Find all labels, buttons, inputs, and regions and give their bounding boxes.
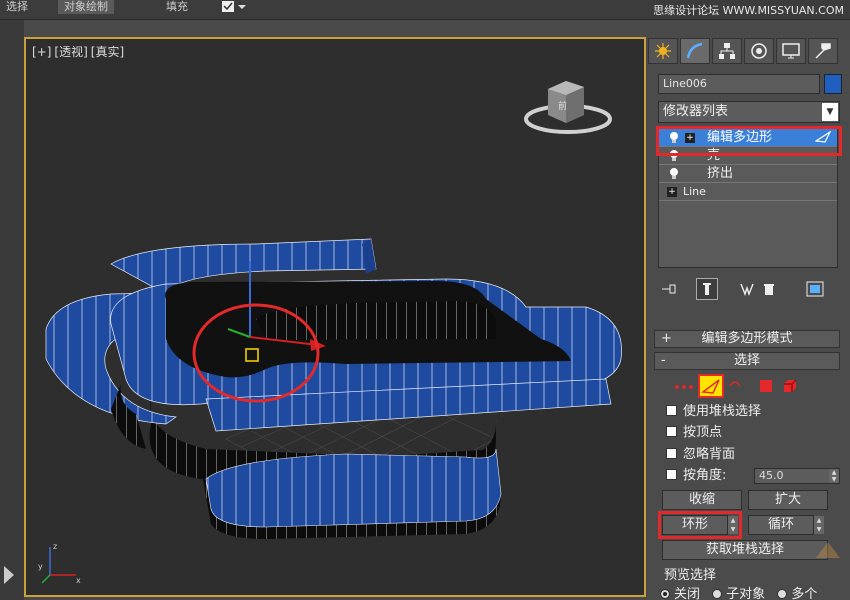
radio-label: 关闭 xyxy=(674,587,701,600)
make-unique-icon[interactable] xyxy=(736,278,758,300)
create-icon[interactable] xyxy=(648,38,678,64)
checkbox[interactable] xyxy=(666,469,677,480)
scroll-arrow-icon[interactable] xyxy=(2,564,16,586)
modifier-list-label: 修改器列表 xyxy=(663,104,729,119)
world-axis-icon: z y x xyxy=(38,542,81,585)
option-label: 按角度: xyxy=(683,468,727,483)
option-by-angle[interactable]: 按角度: 45.0 ▲ ▼ xyxy=(666,468,846,484)
rollout-edit-poly-mode[interactable]: + 编辑多边形模式 xyxy=(654,330,840,348)
rollout-title: 编辑多边形模式 xyxy=(701,331,793,346)
element-icon[interactable] xyxy=(782,378,798,394)
option-label: 忽略背面 xyxy=(683,447,736,462)
lightbulb-icon[interactable] xyxy=(669,167,679,180)
expand-plus-icon[interactable]: + xyxy=(667,187,677,197)
option-by-vertex[interactable]: 按顶点 xyxy=(666,425,846,441)
command-panel: Line006 修改器列表 ▼ + 编辑多边形 壳 挤出 + Line + 编辑… xyxy=(648,38,850,600)
radio-label: 多个 xyxy=(791,587,818,600)
object-color-swatch[interactable] xyxy=(824,74,842,94)
loop-button[interactable]: 循环 xyxy=(748,515,814,535)
stack-item-line[interactable]: + Line xyxy=(659,183,837,201)
option-use-stack-selection[interactable]: 使用堆栈选择 xyxy=(666,404,846,420)
get-stack-selection-button[interactable]: 获取堆栈选择 xyxy=(662,540,828,560)
stack-item-label: 挤出 xyxy=(707,166,734,181)
angle-value: 45.0 xyxy=(759,469,784,482)
ribbon-dropdown-icon[interactable] xyxy=(220,0,248,14)
viewport-point-of-view[interactable]: [透视] xyxy=(54,45,87,59)
svg-text:y: y xyxy=(38,562,43,571)
rollout-selection[interactable]: - 选择 xyxy=(654,352,840,370)
remove-modifier-icon[interactable] xyxy=(758,278,780,300)
angle-input[interactable]: 45.0 ▲ ▼ xyxy=(754,468,840,484)
angle-spinner[interactable]: ▲ ▼ xyxy=(829,469,839,483)
stack-toolbar xyxy=(658,278,840,300)
vertex-level-button[interactable] xyxy=(698,374,724,398)
checkbox[interactable] xyxy=(666,405,677,416)
rollout-title: 选择 xyxy=(733,353,760,368)
tab-fill[interactable]: 填充 xyxy=(160,0,194,14)
preview-selection-label: 预览选择 xyxy=(664,568,717,583)
rollout-collapse-sign: - xyxy=(661,353,666,368)
display-icon[interactable] xyxy=(776,38,806,64)
tab-select[interactable]: 选择 xyxy=(0,0,34,14)
viewport-label[interactable]: [+] [透视] [真实] xyxy=(32,43,127,60)
ribbon-tab-bar: 选择 对象绘制 填充 思缘设计论坛 WWW.MISSYUAN.COM xyxy=(0,0,850,20)
svg-text:z: z xyxy=(53,542,57,551)
checkbox[interactable] xyxy=(666,426,677,437)
highlight-box-stack xyxy=(656,126,842,156)
vertex-triangle-icon xyxy=(701,379,720,394)
polygon-icon[interactable] xyxy=(758,378,774,394)
subobject-level-buttons xyxy=(670,374,830,398)
radio-off[interactable]: 关闭 xyxy=(660,587,700,600)
vertex-dots-icon[interactable] xyxy=(674,380,694,394)
rollout-expand-sign: + xyxy=(661,331,672,346)
option-label: 按顶点 xyxy=(683,425,723,440)
modify-icon[interactable] xyxy=(680,38,710,64)
svg-text:前: 前 xyxy=(558,100,567,112)
highlight-box-ring xyxy=(658,511,742,539)
viewcube-icon[interactable]: 前 xyxy=(518,75,618,137)
radio-subobject[interactable]: 子对象 xyxy=(712,587,765,600)
grow-button[interactable]: 扩大 xyxy=(748,490,828,510)
stack-item-label: Line xyxy=(683,185,706,198)
viewport-menu-plus[interactable]: [+] xyxy=(32,45,51,59)
tab-object-paint[interactable]: 对象绘制 xyxy=(58,0,114,14)
motion-icon[interactable] xyxy=(744,38,774,64)
object-name-field[interactable]: Line006 xyxy=(658,74,820,94)
show-end-result-icon[interactable] xyxy=(696,278,718,300)
configure-modifier-sets-icon[interactable] xyxy=(804,278,826,300)
stack-item-extrude[interactable]: 挤出 xyxy=(659,165,837,183)
preview-selection-radios: 关闭 子对象 多个 xyxy=(660,583,850,600)
radio-label: 子对象 xyxy=(726,587,766,600)
radio-multi[interactable]: 多个 xyxy=(777,587,817,600)
hierarchy-icon[interactable] xyxy=(712,38,742,64)
viewport-shading-mode[interactable]: [真实] xyxy=(91,45,124,59)
checkbox[interactable] xyxy=(666,448,677,459)
option-ignore-backfacing[interactable]: 忽略背面 xyxy=(666,447,846,463)
command-panel-tabs xyxy=(648,38,850,66)
watermark-text: 思缘设计论坛 WWW.MISSYUAN.COM xyxy=(653,4,844,17)
perspective-viewport[interactable]: [+] [透视] [真实] 前 z y x xyxy=(24,37,646,597)
pin-stack-icon[interactable] xyxy=(658,278,680,300)
shrink-button[interactable]: 收缩 xyxy=(662,490,742,510)
edge-icon[interactable] xyxy=(728,378,742,394)
option-label: 使用堆栈选择 xyxy=(683,404,762,419)
chevron-down-icon[interactable]: ▼ xyxy=(822,103,838,121)
app-window: 选择 对象绘制 填充 思缘设计论坛 WWW.MISSYUAN.COM [+] [… xyxy=(0,0,850,600)
modifier-list-dropdown[interactable]: 修改器列表 ▼ xyxy=(658,101,840,123)
utilities-icon[interactable] xyxy=(808,38,838,64)
left-toolbar-strip xyxy=(0,20,24,600)
watermark-logo-icon xyxy=(816,542,840,558)
svg-text:x: x xyxy=(76,576,81,585)
loop-spinner[interactable]: ▲ ▼ xyxy=(814,516,824,534)
